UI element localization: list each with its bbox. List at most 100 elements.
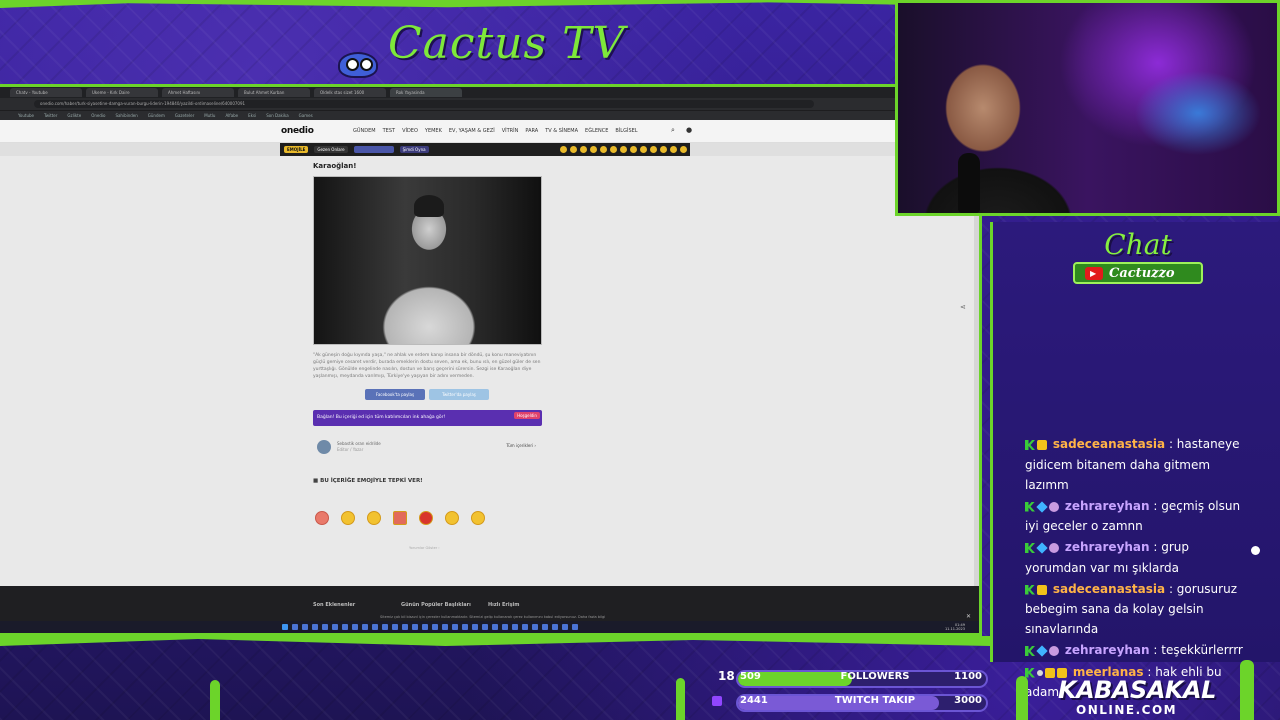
bookmark[interactable]: Games	[299, 113, 313, 118]
bookmark[interactable]: Son Dakika	[266, 113, 288, 118]
strip-brand[interactable]: EMOJİLE	[284, 146, 309, 153]
emoji-icon[interactable]	[580, 146, 587, 153]
nav-item[interactable]: GÜNDEM	[353, 128, 376, 134]
reaction-angry-icon[interactable]	[419, 511, 433, 525]
search-icon[interactable]: ⌕	[671, 127, 678, 134]
reaction-hint[interactable]: Yorumlar Göster ›	[409, 546, 440, 550]
nav-item[interactable]: VİTRİN	[502, 128, 519, 134]
taskbar-app-icon[interactable]	[372, 624, 378, 630]
taskbar-app-icon[interactable]	[532, 624, 538, 630]
taskbar-app-icon[interactable]	[352, 624, 358, 630]
taskbar-app-icon[interactable]	[292, 624, 298, 630]
nav-item[interactable]: VİDEO	[402, 128, 418, 134]
all-content-link[interactable]: Tüm içerikleri ›	[506, 443, 536, 448]
taskbar-app-icon[interactable]	[402, 624, 408, 630]
browser-tab[interactable]: Ahmet Haftasını	[162, 88, 234, 97]
bookmark[interactable]: Eksi	[248, 113, 256, 118]
reaction-shock-icon[interactable]	[445, 511, 459, 525]
taskbar-app-icon[interactable]	[302, 624, 308, 630]
promo-badge[interactable]: Hoşgeldin	[514, 412, 540, 419]
reaction-icon[interactable]	[315, 511, 329, 525]
share-facebook-button[interactable]: Facebook'ta paylaş	[365, 389, 425, 400]
footer-link[interactable]: Son Eklenenler	[313, 602, 355, 608]
emoji-icon[interactable]	[600, 146, 607, 153]
taskbar-app-icon[interactable]	[572, 624, 578, 630]
taskbar-app-icon[interactable]	[522, 624, 528, 630]
taskbar-app-icon[interactable]	[442, 624, 448, 630]
emoji-icon[interactable]	[560, 146, 567, 153]
bookmark[interactable]: Gündem	[148, 113, 165, 118]
user-icon[interactable]: ●	[686, 127, 693, 134]
reaction-love-icon[interactable]	[341, 511, 355, 525]
emoji-icon[interactable]	[680, 146, 687, 153]
taskbar-app-icon[interactable]	[392, 624, 398, 630]
taskbar-app-icon[interactable]	[492, 624, 498, 630]
page-scrollbar[interactable]	[974, 156, 979, 586]
emoji-icon[interactable]	[590, 146, 597, 153]
footer-link[interactable]: Günün Popüler Başlıkları	[401, 602, 471, 608]
taskbar-app-icon[interactable]	[472, 624, 478, 630]
bookmark[interactable]: Gazeteler	[175, 113, 194, 118]
emoji-icon[interactable]	[670, 146, 677, 153]
emoji-icon[interactable]	[570, 146, 577, 153]
bookmark[interactable]: Twitter	[44, 113, 57, 118]
bookmark[interactable]: Onedio	[91, 113, 105, 118]
footer-link[interactable]: Hızlı Erişim	[488, 602, 519, 608]
site-logo[interactable]: onedio	[281, 126, 314, 136]
taskbar-app-icon[interactable]	[432, 624, 438, 630]
taskbar-app-icon[interactable]	[342, 624, 348, 630]
taskbar-app-icon[interactable]	[452, 624, 458, 630]
taskbar-app-icon[interactable]	[322, 624, 328, 630]
url-field[interactable]: onedio.com/haber/turk-siyasetine-damga-v…	[34, 100, 814, 108]
taskbar-app-icon[interactable]	[462, 624, 468, 630]
taskbar-app-icon[interactable]	[332, 624, 338, 630]
taskbar-app-icon[interactable]	[422, 624, 428, 630]
taskbar-app-icon[interactable]	[412, 624, 418, 630]
author-name[interactable]: Sebastik oran eidrilde	[337, 441, 381, 446]
emoji-icon[interactable]	[650, 146, 657, 153]
nav-item[interactable]: TV & SİNEMA	[545, 128, 578, 134]
windows-icon[interactable]	[282, 624, 288, 630]
taskbar-app-icon[interactable]	[362, 624, 368, 630]
nav-item[interactable]: EĞLENCE	[585, 128, 608, 134]
bookmark[interactable]: Youtube	[18, 113, 34, 118]
browser-tab[interactable]: Bulut Ahmet Kurban	[238, 88, 310, 97]
share-icon[interactable]: ⋖	[960, 303, 966, 311]
chat-scroll-indicator[interactable]	[1251, 546, 1260, 555]
bookmark[interactable]: Gzlikte	[67, 113, 81, 118]
taskbar-app-icon[interactable]	[482, 624, 488, 630]
emoji-icon[interactable]	[610, 146, 617, 153]
emoji-icon[interactable]	[640, 146, 647, 153]
nav-item[interactable]: YEMEK	[425, 128, 442, 134]
taskbar-app-icon[interactable]	[382, 624, 388, 630]
nav-item[interactable]: BİLGİSEL	[615, 128, 637, 134]
nav-item[interactable]: TEST	[383, 128, 395, 134]
browser-tab[interactable]: Oldelk stas sizet 1600	[314, 88, 386, 97]
close-icon[interactable]: ✕	[966, 613, 971, 620]
emoji-icon[interactable]	[630, 146, 637, 153]
bookmark[interactable]: Sahibinden	[115, 113, 137, 118]
taskbar-app-icon[interactable]	[502, 624, 508, 630]
browser-tab[interactable]: Chatv - Youtube	[10, 88, 82, 97]
share-x-button[interactable]: Twitter'da paylaş	[429, 389, 489, 400]
bookmark[interactable]: Mutlu	[204, 113, 215, 118]
emoji-icon[interactable]	[660, 146, 667, 153]
nav-item[interactable]: EV, YAŞAM & GEZİ	[449, 128, 495, 134]
bookmark[interactable]: Alfabe	[225, 113, 238, 118]
taskbar-app-icon[interactable]	[312, 624, 318, 630]
taskbar-app-icon[interactable]	[552, 624, 558, 630]
taskbar-app-icon[interactable]	[562, 624, 568, 630]
strip-cta-button[interactable]: Şimdi Oyna	[399, 146, 429, 153]
system-clock[interactable]: 01:49 11.11.2023	[945, 623, 965, 631]
reaction-laugh-icon[interactable]	[367, 511, 381, 525]
reaction-sad-icon[interactable]	[471, 511, 485, 525]
promo-banner[interactable]: Bağlan! Bu içeriği ed için tüm katılımcı…	[313, 410, 542, 426]
browser-tab-active[interactable]: Rok Yayasinda	[390, 88, 462, 97]
browser-tab[interactable]: Ukeme - Kırk Daire	[86, 88, 158, 97]
nav-item[interactable]: PARA	[525, 128, 538, 134]
avatar[interactable]	[317, 440, 331, 454]
taskbar-app-icon[interactable]	[542, 624, 548, 630]
emoji-icon[interactable]	[620, 146, 627, 153]
reaction-icon[interactable]	[393, 511, 407, 525]
taskbar-app-icon[interactable]	[512, 624, 518, 630]
